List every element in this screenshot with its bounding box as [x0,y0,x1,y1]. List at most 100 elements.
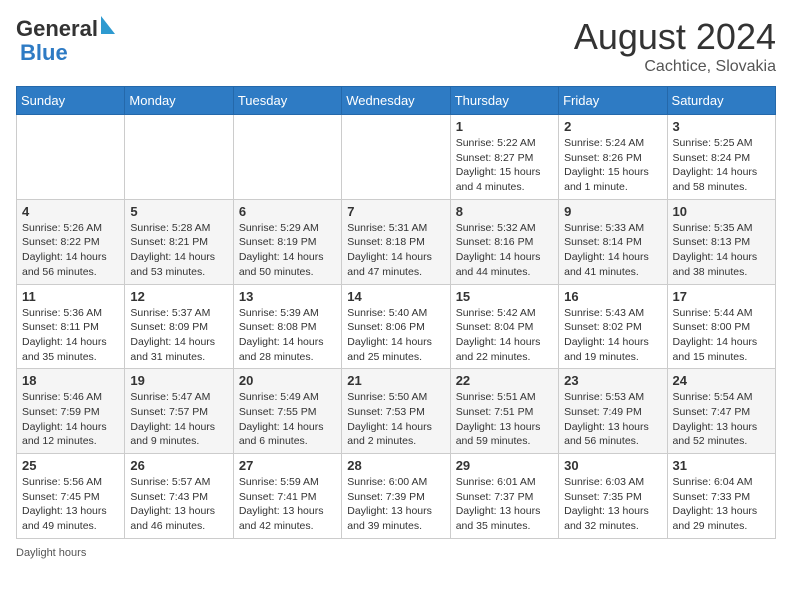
day-info: Sunrise: 5:35 AM Sunset: 8:13 PM Dayligh… [673,221,770,280]
day-number: 1 [456,119,553,134]
day-info: Sunrise: 6:03 AM Sunset: 7:35 PM Dayligh… [564,475,661,534]
calendar-week-row: 11Sunrise: 5:36 AM Sunset: 8:11 PM Dayli… [17,284,776,369]
daylight-label: Daylight hours [16,547,86,559]
calendar-day-cell: 26Sunrise: 5:57 AM Sunset: 7:43 PM Dayli… [125,454,233,539]
day-number: 2 [564,119,661,134]
day-number: 15 [456,289,553,304]
calendar-week-row: 18 Sunrise: 5:46 AM Sunset: 7:59 PM Dayli… [17,369,776,454]
day-info: Sunrise: 5:24 AM Sunset: 8:26 PM Dayligh… [564,136,661,195]
day-number: 18 [22,373,119,388]
calendar-day-cell: 19Sunrise: 5:47 AM Sunset: 7:57 PM Dayli… [125,369,233,454]
calendar-day-cell: 18 Sunrise: 5:46 AM Sunset: 7:59 PM Dayli… [17,369,125,454]
day-number: 13 [239,289,336,304]
day-info: Sunrise: 5:47 AM Sunset: 7:57 PM Dayligh… [130,390,227,449]
day-info: Sunrise: 5:43 AM Sunset: 8:02 PM Dayligh… [564,306,661,365]
logo: General Blue [16,16,115,66]
day-of-week-header: Friday [559,87,667,115]
day-info: Sunrise: 5:50 AM Sunset: 7:53 PM Dayligh… [347,390,444,449]
day-of-week-header: Wednesday [342,87,450,115]
calendar-day-cell: 15 Sunrise: 5:42 AM Sunset: 8:04 PM Dayli… [450,284,558,369]
day-number: 29 [456,458,553,473]
day-info: Sunrise: 5:59 AM Sunset: 7:41 PM Dayligh… [239,475,336,534]
day-number: 7 [347,204,444,219]
day-number: 21 [347,373,444,388]
day-info: Sunrise: 5:46 AM Sunset: 7:59 PM Dayligh… [22,390,119,449]
day-info: Sunrise: 5:28 AM Sunset: 8:21 PM Dayligh… [130,221,227,280]
day-info: Sunrise: 5:26 AM Sunset: 8:22 PM Dayligh… [22,221,119,280]
calendar-day-cell: 10 Sunrise: 5:35 AM Sunset: 8:13 PM Dayli… [667,199,775,284]
day-of-week-header: Sunday [17,87,125,115]
day-number: 17 [673,289,770,304]
calendar-table: SundayMondayTuesdayWednesdayThursdayFrid… [16,86,776,539]
calendar-day-cell: 22 Sunrise: 5:51 AM Sunset: 7:51 PM Dayli… [450,369,558,454]
calendar-day-cell: 8Sunrise: 5:32 AM Sunset: 8:16 PM Daylig… [450,199,558,284]
day-info: Sunrise: 5:25 AM Sunset: 8:24 PM Dayligh… [673,136,770,195]
day-number: 31 [673,458,770,473]
day-number: 25 [22,458,119,473]
calendar-day-cell [342,115,450,200]
day-info: Sunrise: 5:53 AM Sunset: 7:49 PM Dayligh… [564,390,661,449]
calendar-footer: Daylight hours [16,547,776,559]
day-info: Sunrise: 5:51 AM Sunset: 7:51 PM Dayligh… [456,390,553,449]
calendar-day-cell: 4 Sunrise: 5:26 AM Sunset: 8:22 PM Daylig… [17,199,125,284]
calendar-week-row: 1 Sunrise: 5:22 AM Sunset: 8:27 PM Daylig… [17,115,776,200]
day-info: Sunrise: 5:40 AM Sunset: 8:06 PM Dayligh… [347,306,444,365]
calendar-day-cell [17,115,125,200]
day-info: Sunrise: 5:29 AM Sunset: 8:19 PM Dayligh… [239,221,336,280]
day-info: Sunrise: 5:36 AM Sunset: 8:11 PM Dayligh… [22,306,119,365]
calendar-day-cell: 29 Sunrise: 6:01 AM Sunset: 7:37 PM Dayli… [450,454,558,539]
day-number: 22 [456,373,553,388]
day-number: 4 [22,204,119,219]
day-number: 9 [564,204,661,219]
day-info: Sunrise: 6:00 AM Sunset: 7:39 PM Dayligh… [347,475,444,534]
day-info: Sunrise: 5:44 AM Sunset: 8:00 PM Dayligh… [673,306,770,365]
day-info: Sunrise: 5:42 AM Sunset: 8:04 PM Dayligh… [456,306,553,365]
day-number: 24 [673,373,770,388]
calendar-day-cell: 9 Sunrise: 5:33 AM Sunset: 8:14 PM Daylig… [559,199,667,284]
day-info: Sunrise: 5:37 AM Sunset: 8:09 PM Dayligh… [130,306,227,365]
calendar-day-cell: 5Sunrise: 5:28 AM Sunset: 8:21 PM Daylig… [125,199,233,284]
calendar-day-cell: 23Sunrise: 5:53 AM Sunset: 7:49 PM Dayli… [559,369,667,454]
logo-blue-text: Blue [20,40,68,66]
day-number: 10 [673,204,770,219]
day-number: 6 [239,204,336,219]
day-of-week-header: Saturday [667,87,775,115]
calendar-day-cell [233,115,341,200]
calendar-day-cell: 16 Sunrise: 5:43 AM Sunset: 8:02 PM Dayli… [559,284,667,369]
day-info: Sunrise: 5:54 AM Sunset: 7:47 PM Dayligh… [673,390,770,449]
logo-general-text: General [16,16,98,42]
day-of-week-header: Monday [125,87,233,115]
calendar-day-cell: 1 Sunrise: 5:22 AM Sunset: 8:27 PM Daylig… [450,115,558,200]
day-info: Sunrise: 6:04 AM Sunset: 7:33 PM Dayligh… [673,475,770,534]
calendar-day-cell: 17 Sunrise: 5:44 AM Sunset: 8:00 PM Dayli… [667,284,775,369]
day-info: Sunrise: 5:33 AM Sunset: 8:14 PM Dayligh… [564,221,661,280]
day-info: Sunrise: 5:49 AM Sunset: 7:55 PM Dayligh… [239,390,336,449]
location-subtitle: Cachtice, Slovakia [574,58,776,76]
day-info: Sunrise: 5:22 AM Sunset: 8:27 PM Dayligh… [456,136,553,195]
day-info: Sunrise: 5:39 AM Sunset: 8:08 PM Dayligh… [239,306,336,365]
calendar-week-row: 25Sunrise: 5:56 AM Sunset: 7:45 PM Dayli… [17,454,776,539]
calendar-day-cell: 28 Sunrise: 6:00 AM Sunset: 7:39 PM Dayli… [342,454,450,539]
calendar-day-cell: 14 Sunrise: 5:40 AM Sunset: 8:06 PM Dayli… [342,284,450,369]
day-number: 27 [239,458,336,473]
title-block: August 2024 Cachtice, Slovakia [574,16,776,76]
day-number: 3 [673,119,770,134]
calendar-day-cell: 3 Sunrise: 5:25 AM Sunset: 8:24 PM Daylig… [667,115,775,200]
calendar-day-cell: 7Sunrise: 5:31 AM Sunset: 8:18 PM Daylig… [342,199,450,284]
day-number: 16 [564,289,661,304]
day-number: 28 [347,458,444,473]
day-number: 30 [564,458,661,473]
calendar-day-cell: 12 Sunrise: 5:37 AM Sunset: 8:09 PM Dayli… [125,284,233,369]
day-info: Sunrise: 6:01 AM Sunset: 7:37 PM Dayligh… [456,475,553,534]
day-number: 26 [130,458,227,473]
day-of-week-header: Thursday [450,87,558,115]
calendar-day-cell [125,115,233,200]
calendar-day-cell: 27 Sunrise: 5:59 AM Sunset: 7:41 PM Dayli… [233,454,341,539]
calendar-day-cell: 6 Sunrise: 5:29 AM Sunset: 8:19 PM Daylig… [233,199,341,284]
page-header: General Blue August 2024 Cachtice, Slova… [16,16,776,76]
calendar-day-cell: 21 Sunrise: 5:50 AM Sunset: 7:53 PM Dayli… [342,369,450,454]
calendar-week-row: 4 Sunrise: 5:26 AM Sunset: 8:22 PM Daylig… [17,199,776,284]
day-number: 20 [239,373,336,388]
day-number: 14 [347,289,444,304]
day-number: 12 [130,289,227,304]
